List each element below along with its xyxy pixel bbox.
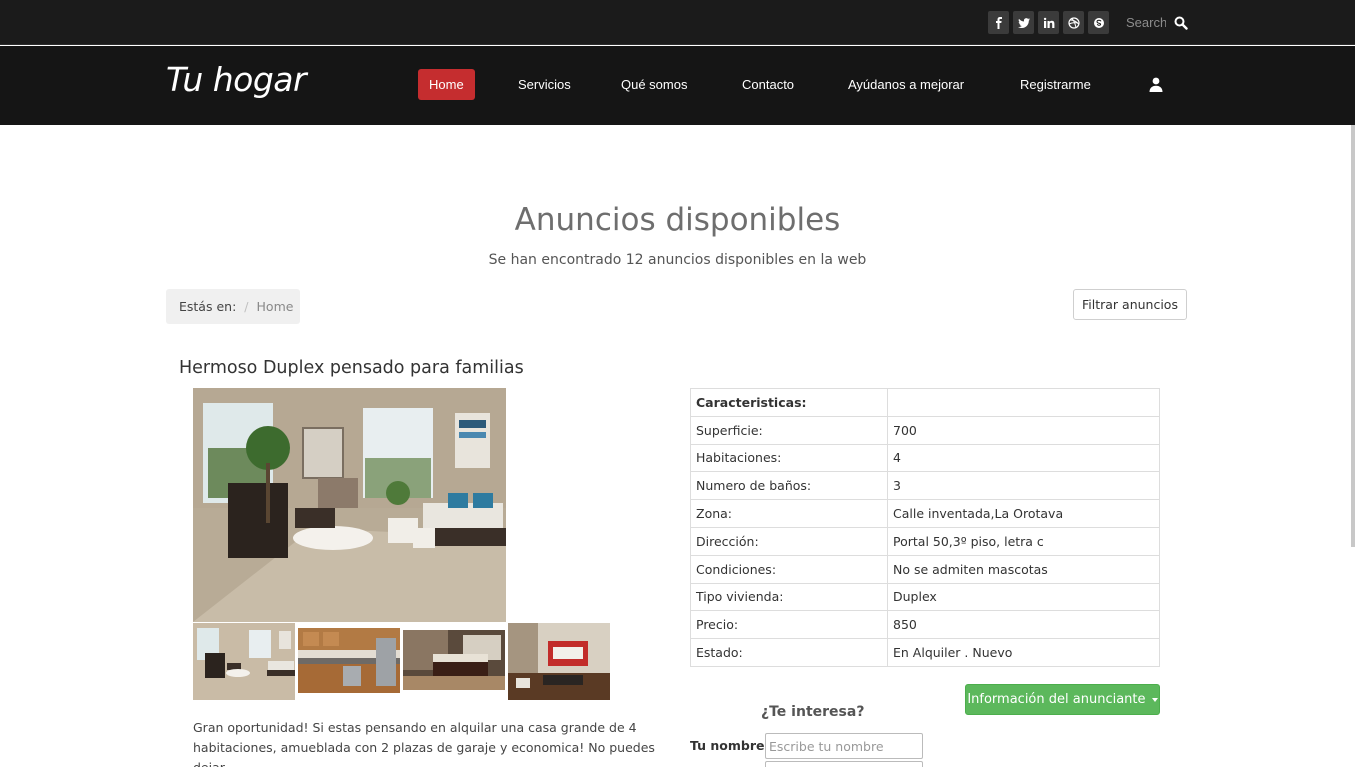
nav-item-servicios[interactable]: Servicios	[507, 69, 582, 100]
main-property-photo[interactable]	[193, 388, 506, 622]
next-form-field[interactable]	[765, 761, 923, 767]
caret-down-icon	[1151, 697, 1158, 702]
nav-item-registrarme[interactable]: Registrarme	[1009, 69, 1102, 100]
nav-item-home[interactable]: Home	[418, 69, 475, 100]
search-input[interactable]	[1126, 15, 1166, 30]
thumbnail-3[interactable]	[403, 630, 505, 690]
table-header-empty	[887, 388, 1160, 417]
thumbnail-2[interactable]	[298, 628, 400, 693]
feature-value: Portal 50,3º piso, letra c	[887, 526, 1160, 556]
table-row: Tipo vivienda: Duplex	[690, 582, 1160, 612]
feature-key: Estado:	[690, 638, 888, 667]
table-row: Condiciones: No se admiten mascotas	[690, 554, 1160, 584]
nav-item-contacto[interactable]: Contacto	[731, 69, 805, 100]
feature-value: Duplex	[887, 582, 1160, 612]
table-row: Dirección: Portal 50,3º piso, letra c	[690, 526, 1160, 556]
feature-key: Superficie:	[690, 415, 888, 445]
table-row: Habitaciones: 4	[690, 443, 1160, 473]
characteristics-table: Caracteristicas: Superficie: 700 Habitaci…	[690, 388, 1160, 667]
page-subtitle: Se han encontrado 12 anuncios disponible…	[488, 252, 867, 268]
feature-key: Habitaciones:	[690, 443, 888, 473]
breadcrumb-home[interactable]: Home	[257, 299, 294, 314]
table-row: Zona: Calle inventada,La Orotava	[690, 499, 1160, 528]
breadcrumb-separator: /	[244, 299, 249, 314]
user-icon[interactable]	[1149, 77, 1163, 92]
skype-icon[interactable]	[1088, 11, 1109, 34]
top-bar	[0, 0, 1355, 45]
feature-key: Numero de baños:	[690, 471, 888, 501]
main-navbar: Tu hogar Home Servicios Qué somos Contac…	[0, 46, 1355, 125]
thumbnail-4[interactable]	[508, 623, 610, 700]
interest-heading: ¿Te interesa?	[761, 704, 865, 720]
listing-title: Hermoso Duplex pensado para familias	[179, 358, 524, 378]
table-row: Numero de baños: 3	[690, 471, 1160, 501]
advertiser-info-button[interactable]: Información del anunciante	[965, 684, 1160, 715]
breadcrumb: Estás en: / Home	[166, 289, 300, 324]
filter-ads-button[interactable]: Filtrar anuncios	[1073, 289, 1187, 320]
listing-description: Gran oportunidad! Si estas pensando en a…	[193, 720, 655, 767]
page-title: Anuncios disponibles	[514, 202, 841, 238]
name-input[interactable]	[765, 733, 923, 759]
feature-key: Zona:	[690, 499, 888, 528]
search-box	[1121, 11, 1191, 34]
table-row: Estado: En Alquiler . Nuevo	[690, 638, 1160, 667]
feature-value: 850	[887, 610, 1160, 640]
feature-value: Calle inventada,La Orotava	[887, 499, 1160, 528]
scrollbar[interactable]	[1351, 125, 1355, 547]
advertiser-info-label: Información del anunciante	[967, 692, 1146, 707]
feature-value: No se admiten mascotas	[887, 554, 1160, 584]
thumbnail-1[interactable]	[193, 623, 295, 700]
table-header-cell: Caracteristicas:	[690, 388, 888, 417]
feature-value: En Alquiler . Nuevo	[887, 638, 1160, 667]
twitter-icon[interactable]	[1013, 11, 1034, 34]
feature-key: Tipo vivienda:	[690, 582, 888, 612]
feature-key: Dirección:	[690, 526, 888, 556]
social-links	[988, 11, 1109, 34]
brand-logo[interactable]: Tu hogar	[166, 60, 307, 99]
nav-item-ayudanos[interactable]: Ayúdanos a mejorar	[837, 69, 975, 100]
feature-key: Precio:	[690, 610, 888, 640]
search-icon[interactable]	[1174, 16, 1188, 30]
table-row: Superficie: 700	[690, 415, 1160, 445]
facebook-icon[interactable]	[988, 11, 1009, 34]
nav-item-que-somos[interactable]: Qué somos	[610, 69, 698, 100]
feature-value: 700	[887, 415, 1160, 445]
table-row: Precio: 850	[690, 610, 1160, 640]
breadcrumb-label: Estás en:	[179, 299, 237, 314]
table-header-row: Caracteristicas:	[690, 388, 1160, 417]
feature-value: 4	[887, 443, 1160, 473]
feature-key: Condiciones:	[690, 554, 888, 584]
name-label: Tu nombre:	[690, 738, 770, 753]
linkedin-icon[interactable]	[1038, 11, 1059, 34]
dribbble-icon[interactable]	[1063, 11, 1084, 34]
feature-value: 3	[887, 471, 1160, 501]
